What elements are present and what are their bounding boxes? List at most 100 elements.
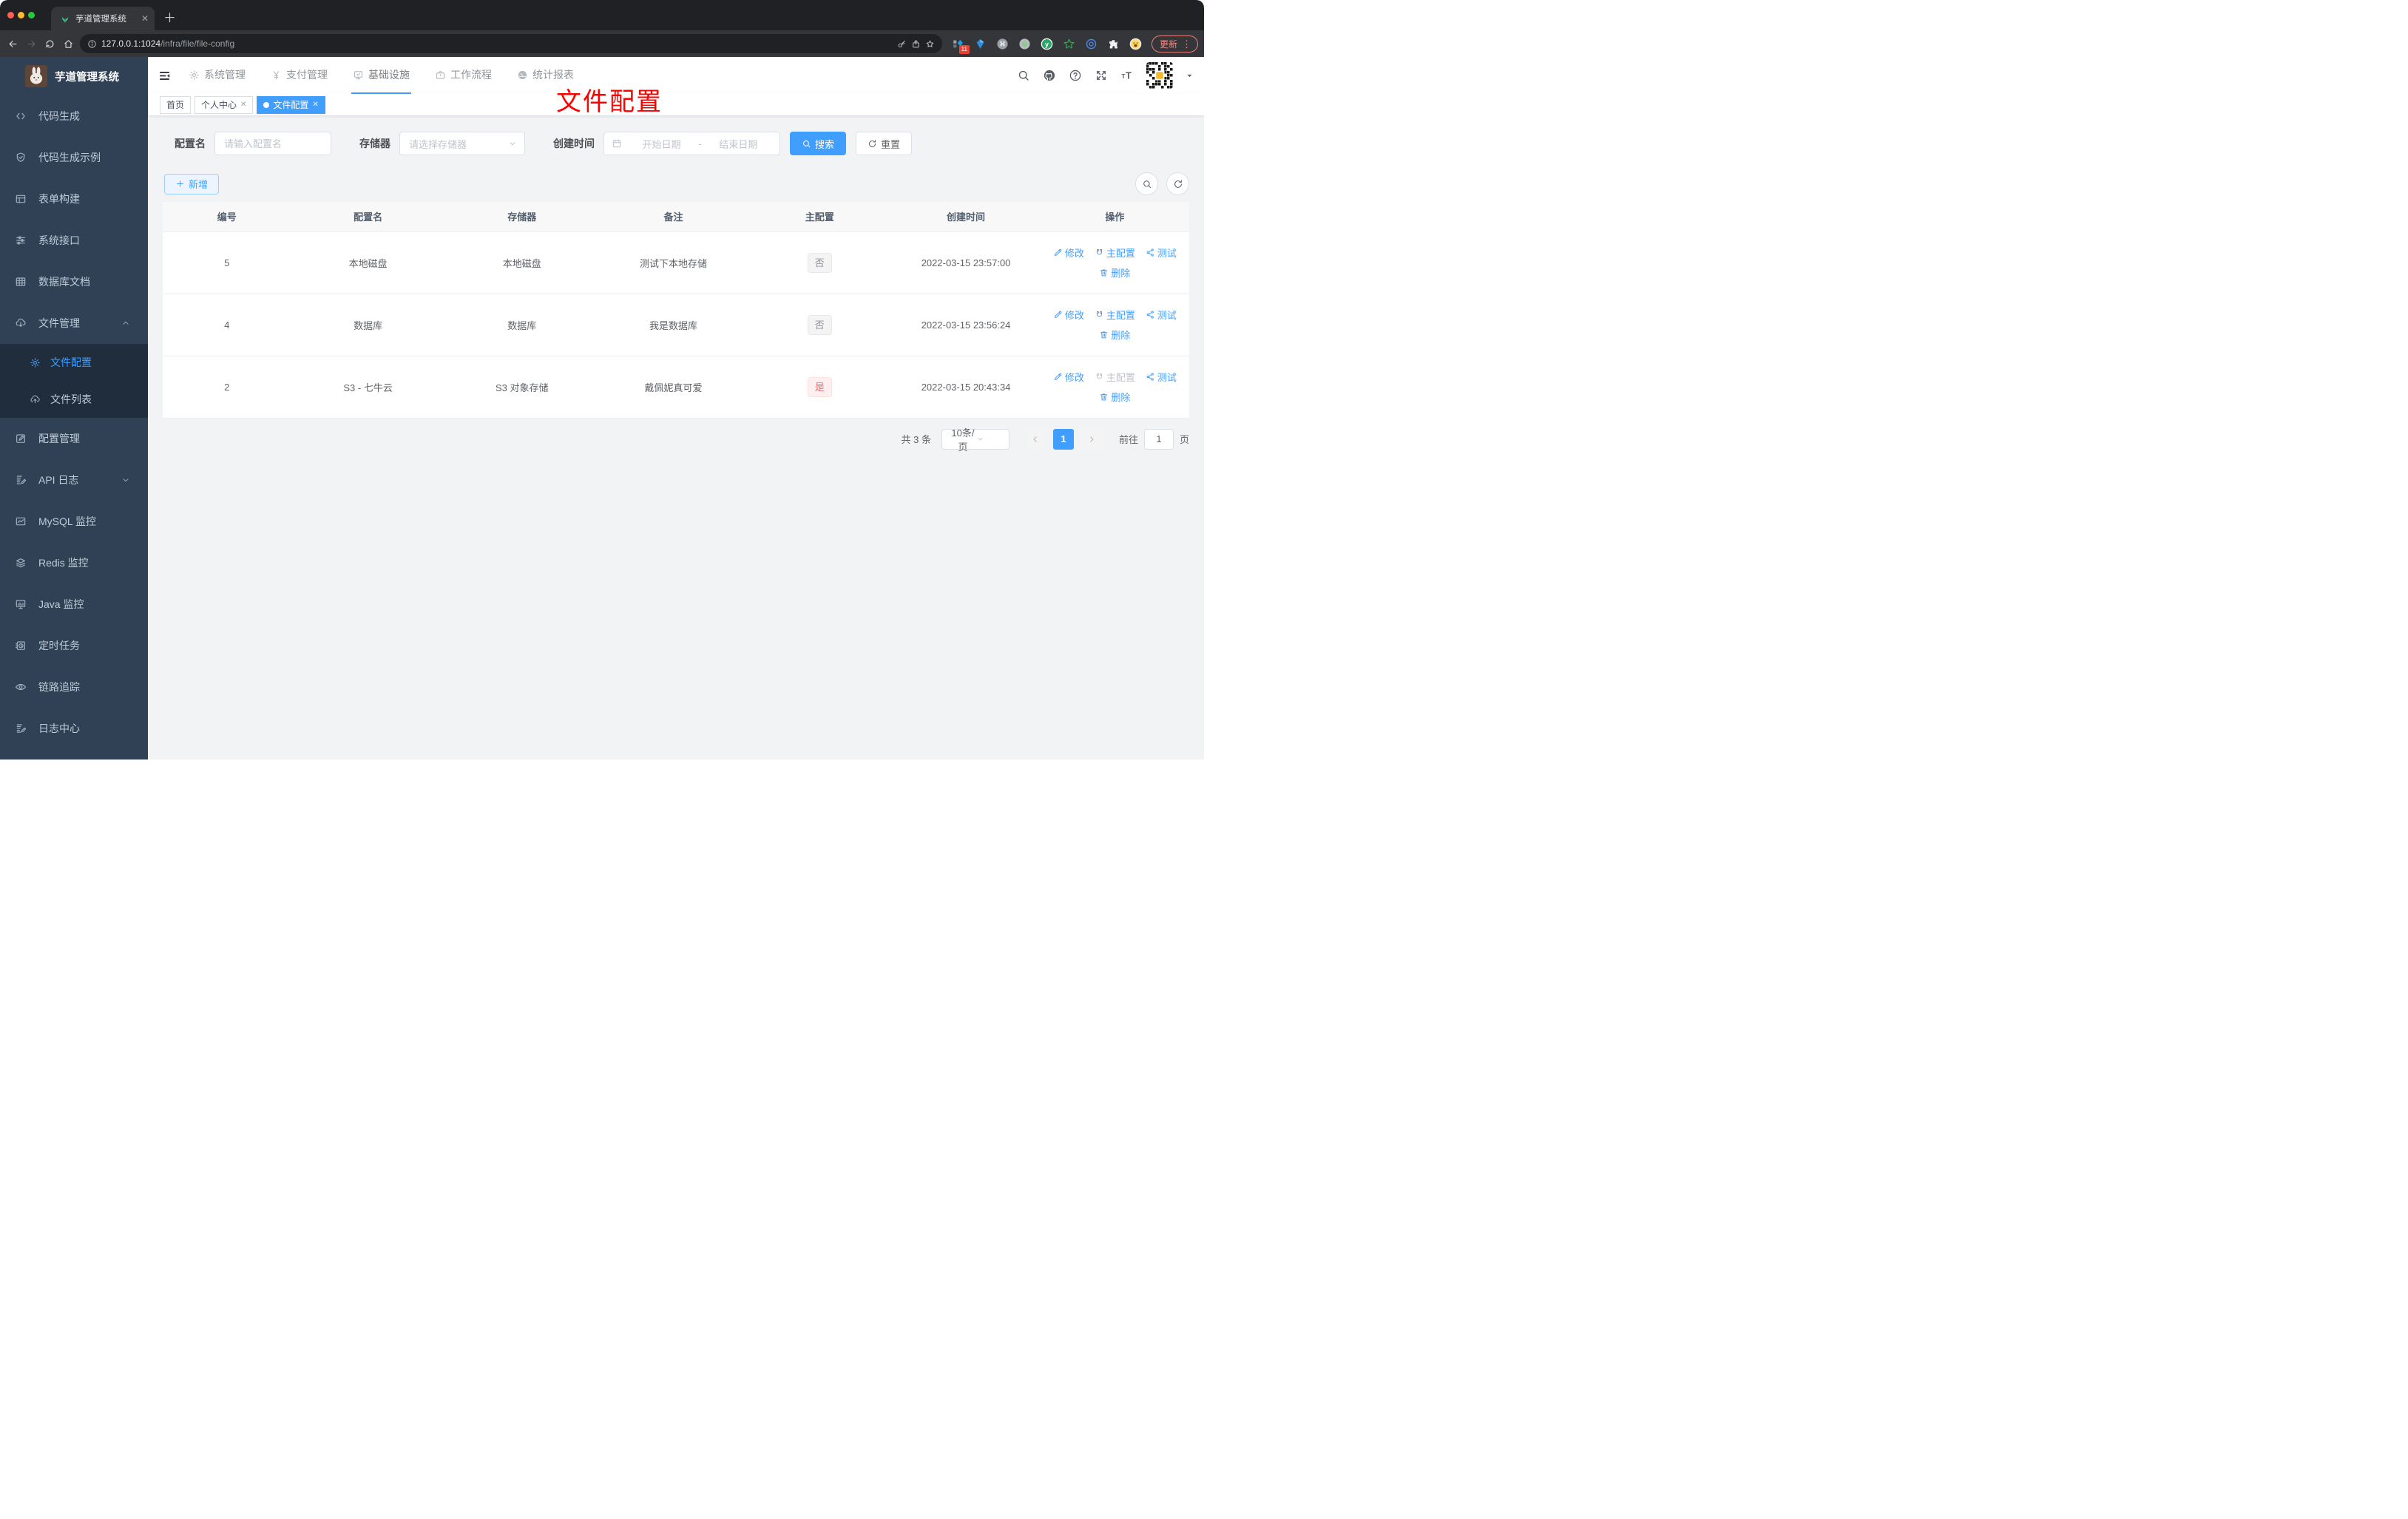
search-icon (803, 140, 811, 147)
browser-window: 芋道管理系统 ✕ ＋ 127.0.0.1:1024/infra/file/fil… (0, 0, 1204, 760)
action-主配置[interactable]: 主配置 (1095, 370, 1135, 384)
goto-page-input[interactable] (1143, 428, 1174, 450)
page-tab-文件配置[interactable]: 文件配置 ✕ (257, 95, 325, 114)
page-size-select[interactable]: 10条/页 (941, 427, 1009, 453)
action-修改[interactable]: 修改 (1053, 370, 1084, 384)
sidebar-item-代码生成[interactable]: 代码生成 (0, 95, 148, 137)
fullscreen-button[interactable] (1095, 69, 1108, 82)
browser-tabstrip: 芋道管理系统 ✕ ＋ (0, 0, 1204, 30)
page-tab-label: 首页 (166, 100, 185, 110)
collapse-sidebar-icon[interactable] (158, 70, 171, 82)
toggle-search-button[interactable] (1135, 172, 1158, 195)
command-circle-extension[interactable]: ⌘ (995, 37, 1009, 51)
home-button[interactable] (61, 37, 75, 51)
qr-avatar[interactable] (1146, 62, 1173, 89)
new-tab-button[interactable]: ＋ (163, 7, 176, 26)
gray-record-extension[interactable] (1018, 37, 1032, 51)
prev-page-button[interactable] (1024, 428, 1046, 450)
magnet-icon (1096, 248, 1102, 255)
browser-tab[interactable]: 芋道管理系统 ✕ (51, 7, 155, 30)
squares-diamond-extension[interactable]: 11 (951, 37, 970, 54)
puzzle-piece-extension[interactable] (1106, 37, 1120, 51)
svg-text:y: y (1045, 40, 1049, 47)
site-info-icon[interactable] (87, 39, 97, 49)
page-tab-首页[interactable]: 首页 (160, 95, 192, 114)
minimize-window-button[interactable] (18, 12, 24, 18)
page-tab-个人中心[interactable]: 个人中心 ✕ (195, 95, 254, 114)
close-window-button[interactable] (7, 12, 14, 18)
action-修改[interactable]: 修改 (1053, 308, 1084, 322)
column-header-操作: 操作 (1040, 202, 1189, 232)
action-修改[interactable]: 修改 (1053, 246, 1084, 260)
blue-gem-extension[interactable] (973, 37, 987, 51)
search-button[interactable] (1017, 69, 1030, 82)
green-y-extension[interactable]: y (1040, 37, 1054, 51)
add-button[interactable]: 新增 (164, 173, 220, 194)
sidebar-item-表单构建[interactable]: 表单构建 (0, 178, 148, 220)
sidebar-item-API 日志[interactable]: API 日志 (0, 459, 148, 501)
filter-form: 配置名 存储器 请选择存储器 创建时间 开始日期 - 结束日期 (175, 132, 1189, 155)
green-star-extension[interactable] (1062, 37, 1076, 51)
master-config-tag: 否 (807, 252, 832, 273)
sidebar-logo[interactable]: 芋道管理系统 (0, 57, 148, 95)
maximize-window-button[interactable] (28, 12, 35, 18)
question-button[interactable] (1069, 69, 1082, 82)
nav-item-系统管理[interactable]: 系统管理 (187, 57, 247, 94)
page-number-current[interactable]: 1 (1052, 428, 1074, 450)
url-bar[interactable]: 127.0.0.1:1024/infra/file/file-config (80, 34, 942, 53)
date-range-picker[interactable]: 开始日期 - 结束日期 (603, 132, 780, 155)
nav-item-统计报表[interactable]: 统计报表 (515, 57, 575, 94)
bookmark-star-icon[interactable] (925, 39, 935, 49)
column-header-备注: 备注 (598, 202, 748, 232)
tab-close-icon[interactable]: ✕ (141, 13, 149, 24)
action-测试[interactable]: 测试 (1146, 370, 1177, 384)
user-dropdown-caret-icon[interactable] (1186, 72, 1194, 80)
next-page-button[interactable] (1080, 428, 1102, 450)
sidebar-item-系统接口[interactable]: 系统接口 (0, 220, 148, 261)
sidebar-item-文件管理[interactable]: 文件管理 (0, 302, 148, 344)
config-name-input[interactable] (214, 132, 331, 155)
action-主配置[interactable]: 主配置 (1095, 246, 1135, 260)
emoji-face-extension[interactable] (1129, 37, 1143, 51)
close-tab-icon[interactable]: ✕ (312, 101, 318, 109)
sidebar-item-配置管理[interactable]: 配置管理 (0, 418, 148, 459)
gear-icon (189, 70, 199, 80)
github-button[interactable] (1043, 69, 1056, 82)
sidebar-item-MySQL 监控[interactable]: MySQL 监控 (0, 501, 148, 542)
back-button[interactable] (6, 37, 20, 51)
password-key-icon[interactable] (897, 39, 907, 49)
search-button[interactable]: 搜索 (790, 132, 847, 155)
action-删除[interactable]: 删除 (1099, 328, 1130, 342)
nav-item-基础设施[interactable]: 基础设施 (351, 57, 411, 94)
sidebar-subitem-文件列表[interactable]: 文件列表 (0, 381, 148, 418)
nav-item-工作流程[interactable]: 工作流程 (433, 57, 493, 94)
sidebar-item-Redis 监控[interactable]: Redis 监控 (0, 542, 148, 583)
action-测试[interactable]: 测试 (1146, 246, 1177, 260)
refresh-table-button[interactable] (1166, 172, 1189, 195)
browser-menu-icon[interactable]: ⋮ (1182, 39, 1191, 49)
sidebar-item-定时任务[interactable]: 定时任务 (0, 625, 148, 666)
sidebar-item-链路追踪[interactable]: 链路追踪 (0, 666, 148, 708)
forward-button[interactable] (24, 37, 38, 51)
sidebar-subitem-文件配置[interactable]: 文件配置 (0, 344, 148, 381)
nav-item-支付管理[interactable]: 支付管理 (269, 57, 329, 94)
browser-update-button[interactable]: 更新 ⋮ (1151, 35, 1198, 53)
reload-icon (46, 40, 54, 47)
action-测试[interactable]: 测试 (1146, 308, 1177, 322)
sidebar-item-日志中心[interactable]: 日志中心 (0, 708, 148, 749)
font-size-button[interactable]: TT (1120, 69, 1134, 82)
actions-cell: 修改 主配置 测试删除 (1040, 294, 1189, 356)
sidebar-item-代码生成示例[interactable]: 代码生成示例 (0, 137, 148, 178)
action-删除[interactable]: 删除 (1099, 390, 1130, 404)
storage-select[interactable]: 请选择存储器 (399, 132, 525, 155)
action-主配置[interactable]: 主配置 (1095, 308, 1135, 322)
sidebar-item-Java 监控[interactable]: Java 监控 (0, 583, 148, 625)
share-icon[interactable] (911, 39, 921, 49)
sidebar-item-数据库文档[interactable]: 数据库文档 (0, 261, 148, 302)
reset-button[interactable]: 重置 (856, 132, 913, 155)
reload-button[interactable] (43, 37, 57, 51)
blue-eye-extension[interactable] (1084, 37, 1098, 51)
column-header-编号: 编号 (163, 202, 291, 232)
close-tab-icon[interactable]: ✕ (240, 101, 246, 109)
action-删除[interactable]: 删除 (1099, 265, 1130, 280)
